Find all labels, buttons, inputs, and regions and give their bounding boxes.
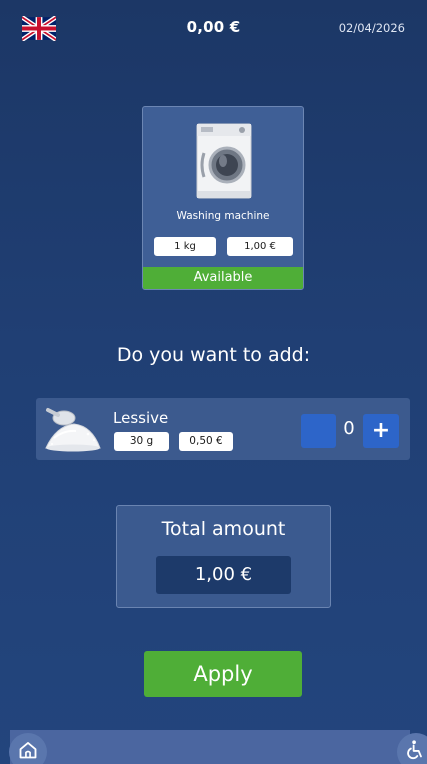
machine-name: Washing machine: [176, 210, 270, 222]
date-display: 02/04/2026: [338, 21, 405, 35]
increase-quantity-button[interactable]: +: [363, 414, 399, 448]
home-icon: [19, 742, 37, 759]
bottom-bar: [10, 730, 410, 764]
addon-name: Lessive: [113, 409, 169, 427]
kiosk-screen: 0,00 € 02/04/2026 Washing machine 1 kg 1…: [0, 0, 427, 764]
addon-row-lessive: Lessive 30 g 0,50 € 0 +: [36, 398, 410, 460]
machine-card[interactable]: Washing machine 1 kg 1,00 € Available: [142, 106, 304, 290]
decrease-quantity-button[interactable]: [301, 414, 336, 448]
machine-status-bar: Available: [143, 267, 303, 289]
total-amount-value: 1,00 €: [156, 556, 291, 594]
addon-quantity: 0: [343, 418, 355, 439]
addon-question: Do you want to add:: [116, 344, 311, 366]
machine-capacity-badge: 1 kg: [154, 237, 216, 256]
apply-button[interactable]: Apply: [144, 651, 302, 697]
addon-price-badge: 0,50 €: [179, 432, 233, 451]
washing-machine-icon: [196, 123, 252, 199]
total-amount-box: Total amount 1,00 €: [116, 505, 331, 608]
accessibility-button[interactable]: [397, 733, 427, 764]
accessibility-icon: [407, 740, 422, 760]
total-amount-label: Total amount: [161, 518, 286, 540]
detergent-powder-icon: [45, 408, 101, 452]
addon-weight-badge: 30 g: [114, 432, 169, 451]
machine-price-badge: 1,00 €: [227, 237, 293, 256]
home-button[interactable]: [9, 733, 47, 764]
